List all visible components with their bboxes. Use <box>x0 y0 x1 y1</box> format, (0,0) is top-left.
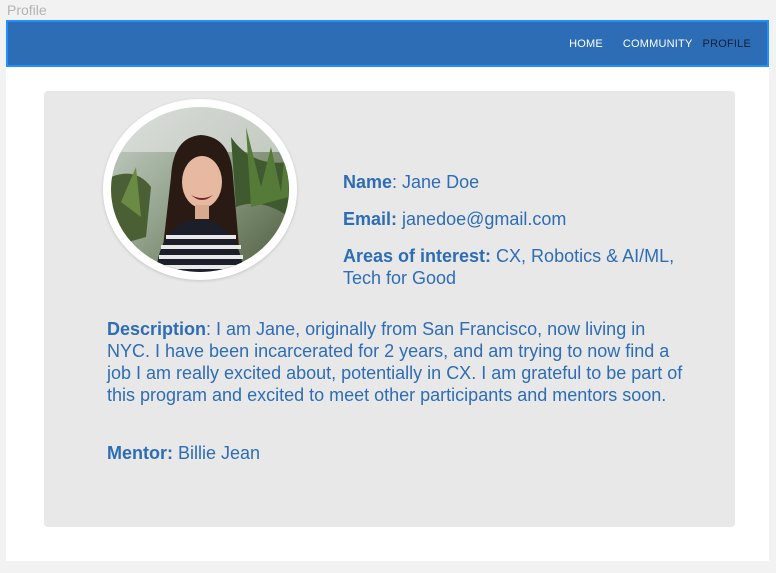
mentor-value: Billie Jean <box>173 443 261 463</box>
nav-profile-link[interactable]: PROFILE <box>703 38 751 50</box>
avatar-frame <box>103 99 297 280</box>
nav-community-link[interactable]: COMMUNITY <box>623 38 693 50</box>
window-title: Profile <box>7 2 47 18</box>
description: Description: I am Jane, originally from … <box>107 318 687 406</box>
interests-label: Areas of interest: <box>343 246 492 266</box>
profile-card: Name: Jane Doe Email: janedoe@gmail.com … <box>44 91 735 527</box>
email-label: Email: <box>343 209 398 229</box>
interests-row: Areas of interest: CX, Robotics & AI/ML,… <box>343 245 703 289</box>
top-navbar: HOME COMMUNITY PROFILE <box>6 20 769 67</box>
description-label: Description <box>107 319 207 339</box>
nav-links: HOME COMMUNITY PROFILE <box>569 38 751 50</box>
name-row: Name: Jane Doe <box>343 171 703 193</box>
name-value: : Jane Doe <box>392 172 480 192</box>
mentor-label: Mentor: <box>107 443 173 463</box>
email-value: janedoe@gmail.com <box>397 209 567 229</box>
profile-avatar <box>111 107 289 272</box>
app-frame: HOME COMMUNITY PROFILE Name: Jane Doe Em… <box>6 20 769 561</box>
mentor-row: Mentor: Billie Jean <box>107 442 260 464</box>
name-label: Name <box>343 172 393 192</box>
nav-home-link[interactable]: HOME <box>569 38 603 50</box>
email-row: Email: janedoe@gmail.com <box>343 208 703 230</box>
profile-info: Name: Jane Doe Email: janedoe@gmail.com … <box>343 171 703 289</box>
